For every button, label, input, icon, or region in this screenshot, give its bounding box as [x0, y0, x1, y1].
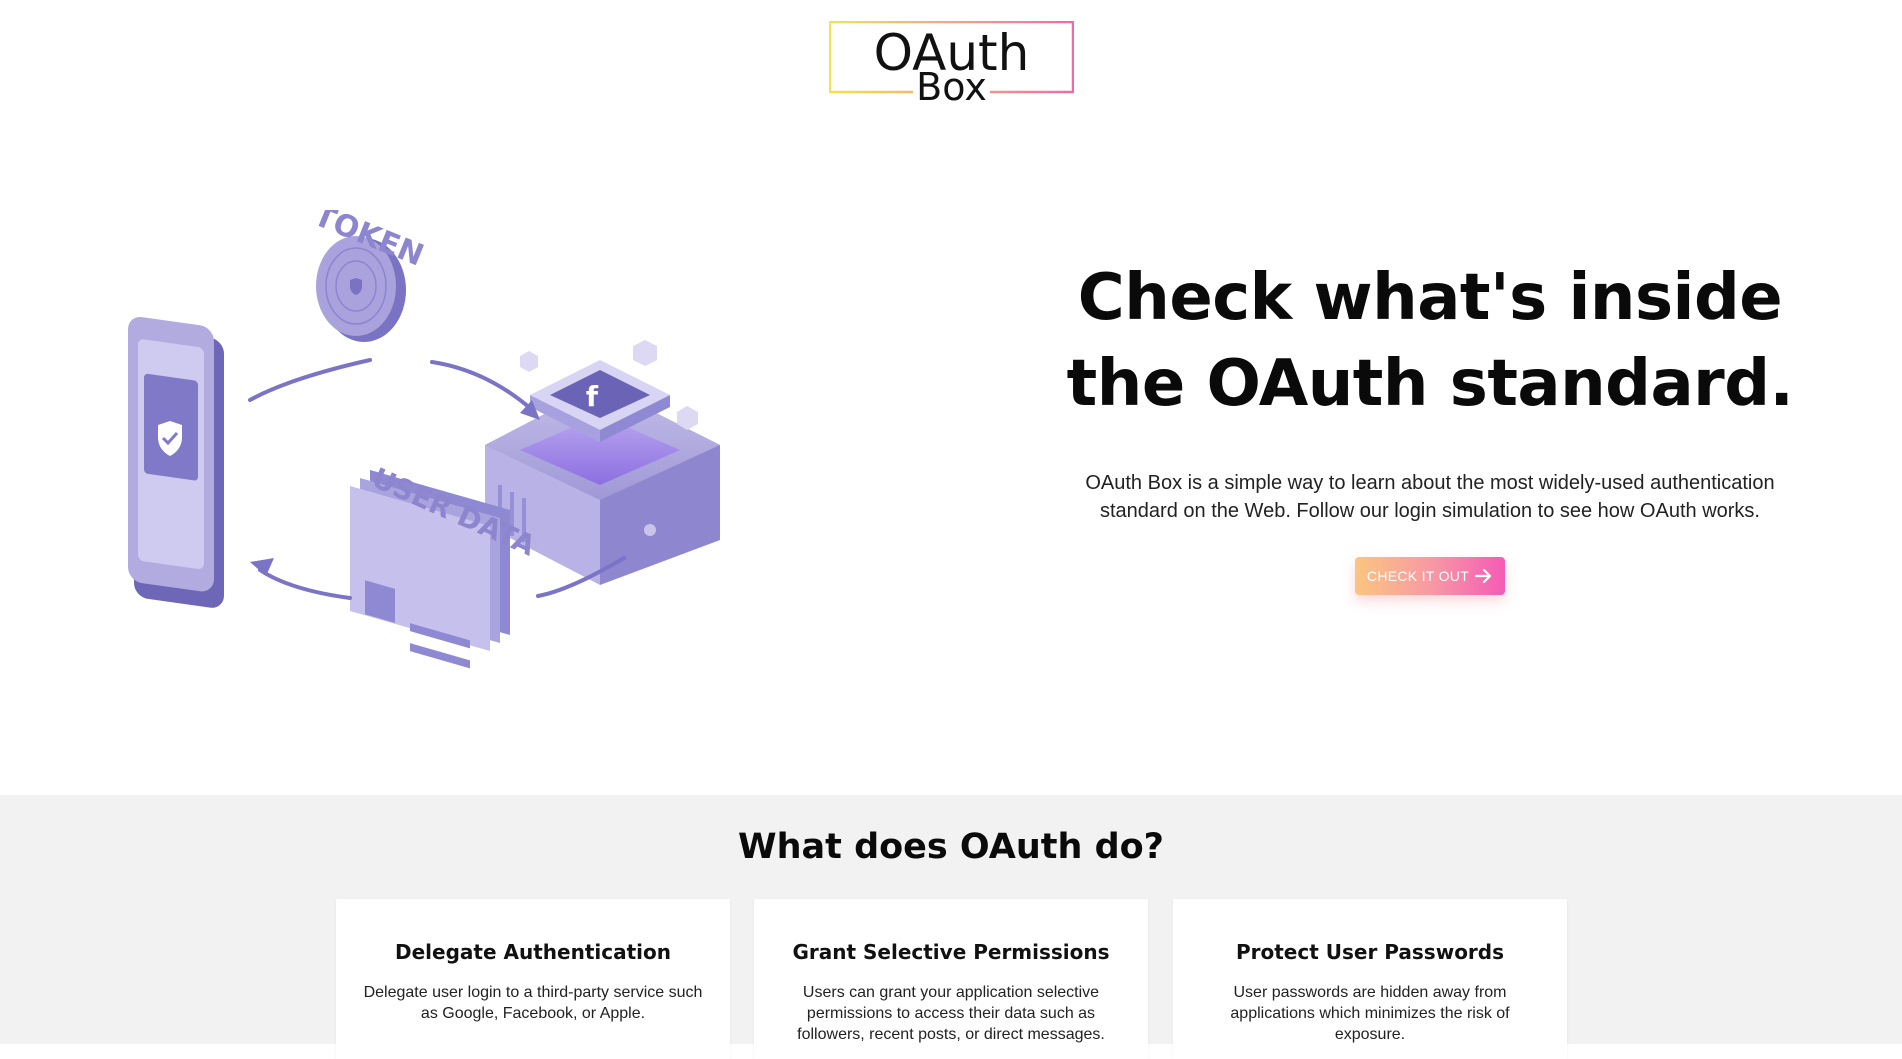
feature-card-text: Delegate user login to a third-party ser… [363, 984, 703, 1022]
feature-card-protect-user-passwords: Protect User Passwords User passwords ar… [1173, 899, 1567, 1059]
hero-title: Check what's inside the OAuth standard. [1066, 261, 1794, 421]
features-title: What does OAuth do? [738, 827, 1164, 867]
oauth-flow-illustration: TOKEN f USER DATA [120, 198, 840, 710]
logo-subword: Box [916, 65, 987, 109]
hero-content: Check what's inside the OAuth standard. … [1050, 255, 1810, 595]
feature-card-title: Delegate Authentication [395, 940, 671, 964]
phone-icon [128, 316, 224, 608]
feature-card-grant-selective-permissions: Grant Selective Permissions Users can gr… [754, 899, 1148, 1059]
hero-description: OAuth Box is a simple way to learn about… [1085, 472, 1775, 522]
feature-card-title: Grant Selective Permissions [792, 940, 1110, 964]
facebook-icon: f [586, 380, 599, 413]
feature-card-delegate-authentication: Delegate Authentication Delegate user lo… [336, 899, 730, 1059]
features-section: What does OAuth do? Delegate Authenticat… [0, 795, 1902, 1059]
feature-card-text: User passwords are hidden away from appl… [1230, 984, 1510, 1043]
logo[interactable]: OAuth Box [829, 21, 1074, 107]
arrow-right-icon [1475, 568, 1492, 584]
page: OAuth Box TOKEN f USER DATA Check what's… [0, 0, 1902, 1059]
feature-card-text: Users can grant your application selecti… [797, 984, 1105, 1043]
check-it-out-button[interactable]: CHECK IT OUT [1354, 557, 1506, 595]
check-it-out-label: CHECK IT OUT [1366, 568, 1470, 584]
feature-card-title: Protect User Passwords [1235, 940, 1505, 964]
